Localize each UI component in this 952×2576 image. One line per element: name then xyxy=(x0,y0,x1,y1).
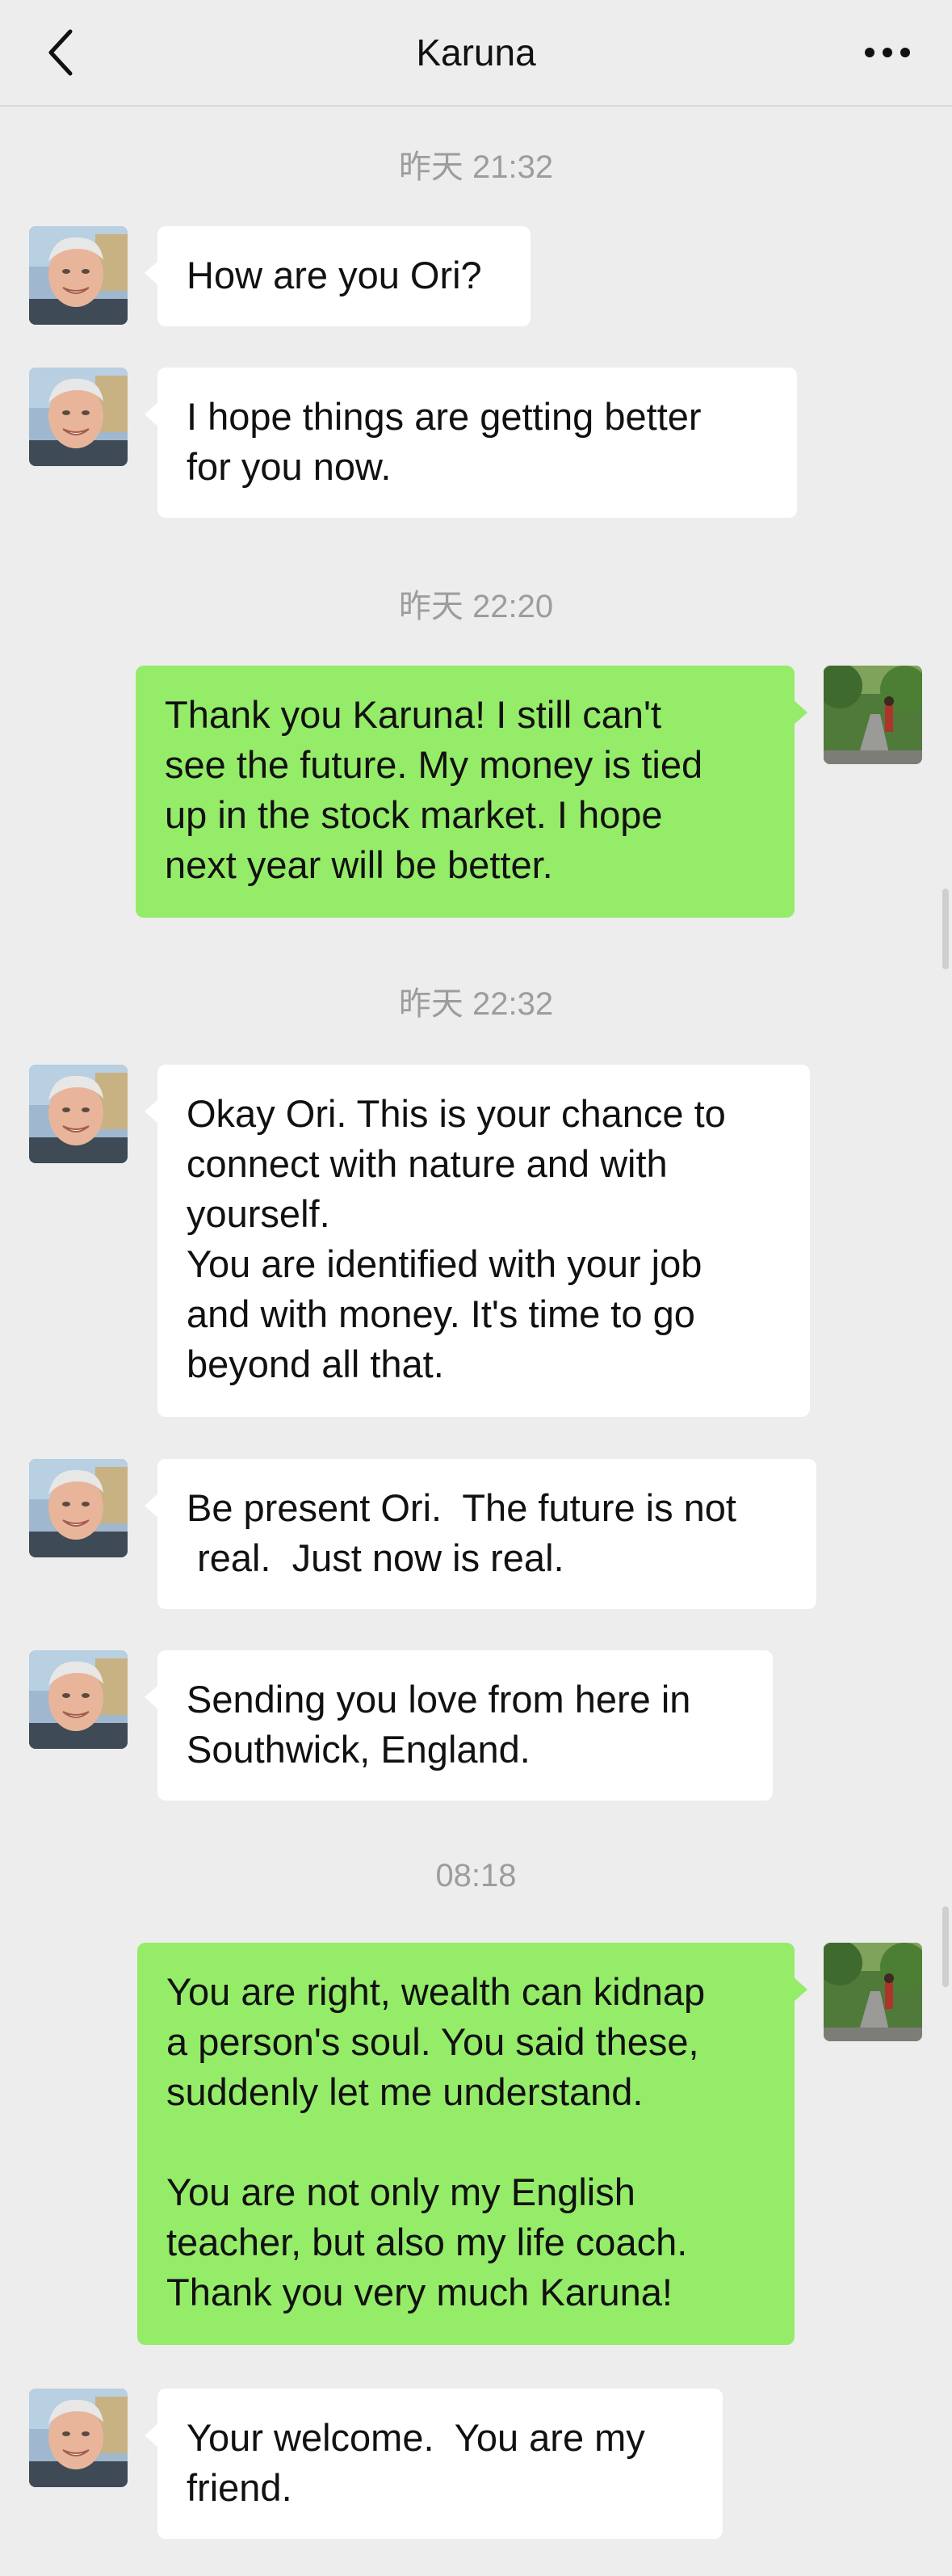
incoming-message-bubble[interactable]: Sending you love from here in Southwick,… xyxy=(145,1650,773,1801)
contact-photo xyxy=(29,1065,128,1163)
nav-bar: Karuna xyxy=(0,0,952,107)
my-photo xyxy=(824,666,922,764)
timestamp: 08:18 xyxy=(435,1858,517,1893)
outgoing-message-bubble[interactable]: You are right, wealth can kidnap a perso… xyxy=(137,1943,807,2345)
contact-avatar[interactable] xyxy=(29,1459,128,1557)
contact-avatar[interactable] xyxy=(29,1065,128,1163)
incoming-message-bubble[interactable]: Be present Ori. The future is not real. … xyxy=(145,1459,816,1609)
contact-avatar[interactable] xyxy=(29,1650,128,1749)
contact-photo xyxy=(29,226,128,325)
incoming-message-bubble[interactable]: How are you Ori? xyxy=(145,226,531,326)
outgoing-message-bubble[interactable]: Thank you Karuna! I still can't see the … xyxy=(136,666,807,918)
timestamp: 昨天 22:20 xyxy=(398,589,554,624)
contact-avatar[interactable] xyxy=(29,226,128,325)
scrollbar-thumb[interactable] xyxy=(942,1906,949,1987)
my-avatar[interactable] xyxy=(824,666,922,764)
contact-avatar[interactable] xyxy=(29,2389,128,2487)
scrollbar[interactable] xyxy=(942,889,949,969)
incoming-message-bubble[interactable]: Your welcome. You are my friend. xyxy=(145,2389,723,2539)
chat-title: Karuna xyxy=(416,32,536,74)
incoming-message-bubble[interactable]: I hope things are getting better for you… xyxy=(145,368,797,518)
contact-avatar[interactable] xyxy=(29,368,128,466)
contact-photo xyxy=(29,2389,128,2487)
more-dots-icon xyxy=(865,48,910,57)
timestamp: 昨天 21:32 xyxy=(398,149,554,185)
timestamp: 昨天 22:32 xyxy=(398,986,554,1022)
contact-photo xyxy=(29,1650,128,1749)
contact-photo xyxy=(29,1459,128,1557)
my-photo xyxy=(824,1943,922,2041)
my-avatar[interactable] xyxy=(824,1943,922,2041)
incoming-message-bubble[interactable]: Okay Ori. This is your chance to connect… xyxy=(145,1065,810,1417)
contact-photo xyxy=(29,368,128,466)
more-button[interactable] xyxy=(855,24,920,81)
